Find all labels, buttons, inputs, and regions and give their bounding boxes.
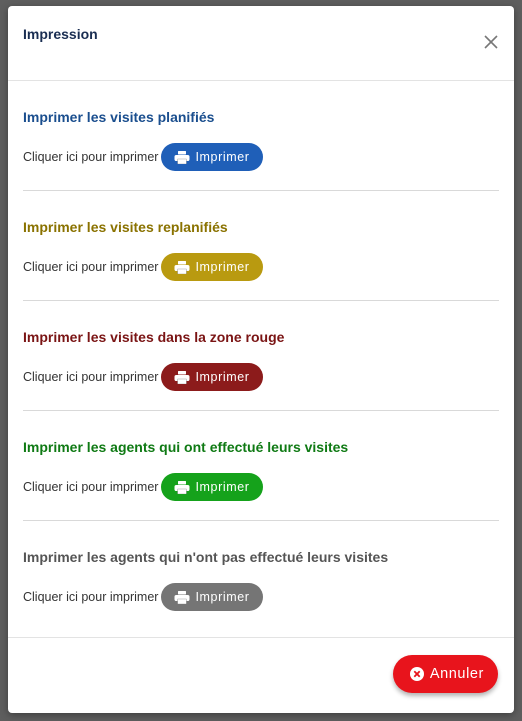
- modal-body: Imprimer les visites planifiés Cliquer ic…: [8, 81, 514, 630]
- section-row: Cliquer ici pour imprimer Imprimer: [23, 143, 263, 171]
- print-button[interactable]: Imprimer: [161, 583, 263, 611]
- print-hint-label: Cliquer ici pour imprimer: [23, 480, 159, 494]
- close-circle-icon: [409, 667, 424, 681]
- section-title: Imprimer les visites dans la zone rouge: [23, 329, 285, 345]
- printer-icon: [174, 260, 190, 274]
- close-icon: [484, 35, 498, 49]
- print-section: Imprimer les visites dans la zone rouge C…: [23, 301, 499, 411]
- modal-header: Impression: [8, 6, 514, 81]
- print-button-label: Imprimer: [195, 260, 250, 274]
- close-button[interactable]: [482, 33, 500, 51]
- print-button-label: Imprimer: [195, 480, 250, 494]
- section-title: Imprimer les visites replanifiés: [23, 219, 228, 235]
- printer-icon: [174, 480, 190, 494]
- print-section: Imprimer les visites planifiés Cliquer ic…: [23, 81, 499, 191]
- print-hint-label: Cliquer ici pour imprimer: [23, 590, 159, 604]
- print-button-label: Imprimer: [195, 150, 250, 164]
- print-button-label: Imprimer: [195, 370, 250, 384]
- printer-icon: [174, 370, 190, 384]
- print-hint-label: Cliquer ici pour imprimer: [23, 260, 159, 274]
- print-modal: Impression Imprimer les visites planifié…: [8, 6, 514, 713]
- section-row: Cliquer ici pour imprimer Imprimer: [23, 253, 263, 281]
- print-section: Imprimer les visites replanifiés Cliquer …: [23, 191, 499, 301]
- modal-title: Impression: [23, 26, 98, 42]
- cancel-button[interactable]: Annuler: [392, 655, 498, 693]
- section-row: Cliquer ici pour imprimer Imprimer: [23, 473, 263, 501]
- section-title: Imprimer les agents qui ont effectué leu…: [23, 439, 349, 455]
- printer-icon: [174, 590, 190, 604]
- print-button[interactable]: Imprimer: [161, 473, 263, 501]
- modal-footer: Annuler: [8, 637, 514, 713]
- print-section: Imprimer les agents qui n'ont pas effect…: [23, 521, 499, 630]
- print-button[interactable]: Imprimer: [161, 253, 263, 281]
- section-row: Cliquer ici pour imprimer Imprimer: [23, 583, 263, 611]
- print-section: Imprimer les agents qui ont effectué leu…: [23, 411, 499, 521]
- print-button[interactable]: Imprimer: [161, 143, 263, 171]
- printer-icon: [174, 150, 190, 164]
- print-hint-label: Cliquer ici pour imprimer: [23, 370, 159, 384]
- section-title: Imprimer les visites planifiés: [23, 109, 215, 125]
- print-button[interactable]: Imprimer: [161, 363, 263, 391]
- print-button-label: Imprimer: [195, 590, 250, 604]
- print-hint-label: Cliquer ici pour imprimer: [23, 150, 159, 164]
- cancel-button-label: Annuler: [429, 666, 484, 682]
- section-row: Cliquer ici pour imprimer Imprimer: [23, 363, 263, 391]
- section-title: Imprimer les agents qui n'ont pas effect…: [23, 549, 389, 565]
